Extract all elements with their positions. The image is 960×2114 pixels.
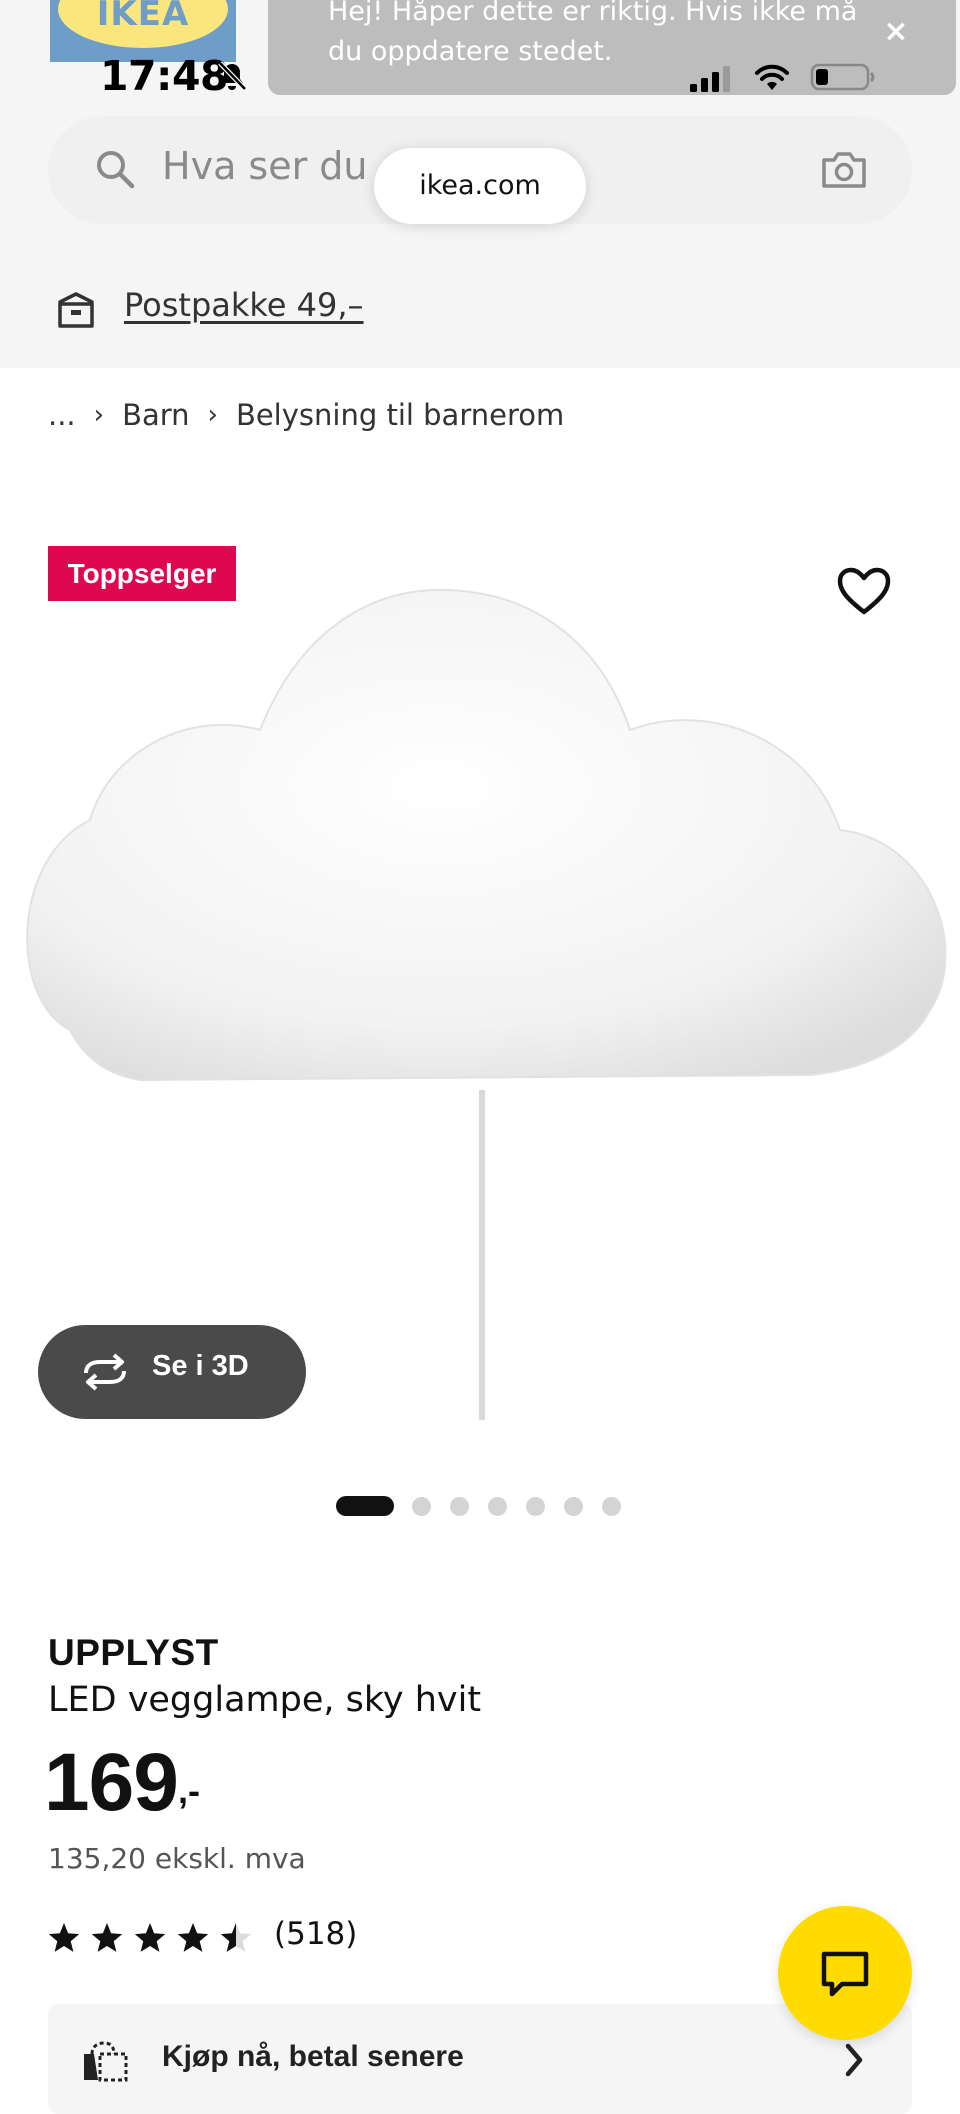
search-input[interactable]: Hva ser du e: [162, 144, 403, 188]
review-count[interactable]: (518): [274, 1916, 357, 1952]
toast-message: Hej! Håper dette er riktig. Hvis ikke må…: [328, 0, 858, 67]
wifi-icon: [755, 64, 789, 90]
url-pill[interactable]: ikea.com: [374, 148, 586, 224]
chevron-right-icon: [845, 2043, 863, 2077]
carousel-dot[interactable]: [488, 1496, 507, 1516]
carousel-dot[interactable]: [602, 1496, 621, 1516]
rotate-3d-icon: [84, 1353, 126, 1391]
price-suffix: ,-: [178, 1770, 200, 1811]
battery-icon: [810, 63, 875, 91]
product-name: UPPLYST: [48, 1632, 219, 1673]
price-ex-vat: 135,20 ekskl. mva: [48, 1842, 306, 1875]
search-icon[interactable]: [94, 148, 136, 190]
carousel-dot[interactable]: [450, 1496, 469, 1516]
bell-slash-icon: [218, 61, 247, 91]
heart-icon[interactable]: [836, 566, 892, 618]
status-time: 17:48: [100, 52, 229, 100]
bestseller-badge: Toppselger: [48, 546, 236, 601]
star-icon: [177, 1923, 209, 1952]
signal-icon: [690, 66, 730, 92]
star-icon: [134, 1923, 166, 1952]
rating-stars[interactable]: [46, 1920, 256, 1956]
breadcrumb-item-barn[interactable]: Barn: [122, 398, 189, 432]
breadcrumb-separator: ›: [93, 400, 105, 430]
view-3d-button[interactable]: Se i 3D: [38, 1325, 306, 1419]
image-carousel-indicator[interactable]: [336, 1496, 640, 1516]
shopping-bag-icon: [84, 2041, 128, 2082]
carousel-dot[interactable]: [526, 1496, 545, 1516]
toast-close-icon[interactable]: ×: [878, 14, 914, 50]
carousel-dot-active[interactable]: [336, 1496, 394, 1516]
price-integer: 169: [44, 1737, 179, 1828]
logo-text: IKEA: [96, 0, 190, 34]
breadcrumb-ellipsis[interactable]: ...: [48, 398, 76, 432]
chat-bubble-icon: [821, 1951, 869, 1997]
star-icon: [48, 1923, 80, 1952]
breadcrumb: ... › Barn › Belysning til barnerom: [48, 398, 564, 432]
chat-button[interactable]: [778, 1906, 912, 2040]
camera-icon[interactable]: [820, 148, 868, 190]
package-icon: [58, 292, 94, 328]
product-description: LED vegglampe, sky hvit: [48, 1680, 482, 1720]
shipping-link[interactable]: Postpakke 49,–: [124, 286, 364, 324]
breadcrumb-item-lighting[interactable]: Belysning til barnerom: [236, 398, 564, 432]
pay-later-label: Kjøp nå, betal senere: [162, 2040, 464, 2073]
product-image[interactable]: [10, 530, 950, 1430]
carousel-dot[interactable]: [564, 1496, 583, 1516]
star-icon: [220, 1923, 252, 1952]
view-3d-label: Se i 3D: [152, 1350, 249, 1382]
star-icon: [91, 1923, 123, 1952]
carousel-dot[interactable]: [412, 1496, 431, 1516]
breadcrumb-separator: ›: [207, 400, 218, 430]
